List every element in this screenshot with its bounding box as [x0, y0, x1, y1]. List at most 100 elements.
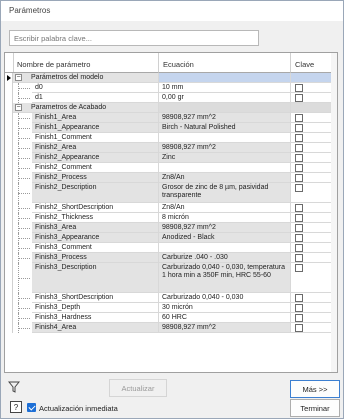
close-button[interactable]: Terminar	[290, 399, 340, 417]
key-checkbox[interactable]	[295, 224, 303, 232]
parameter-row[interactable]: Finish1_Appearance Birch - Natural Polish…	[5, 123, 337, 133]
parameter-name[interactable]: Finish4_Area	[32, 323, 159, 333]
parameter-name[interactable]: Finish2_Appearance	[32, 153, 159, 163]
parameter-row[interactable]: Finish2_ShortDescription Zn8/An	[5, 203, 337, 213]
help-icon[interactable]: ?	[9, 400, 23, 414]
parameter-equation[interactable]: 98908,927 mm^2	[159, 143, 291, 153]
parameter-row[interactable]: Finish3_Description Carburizado 0,040 - 0…	[5, 263, 337, 293]
parameter-equation[interactable]: Carburizado 0,040 - 0,030	[159, 293, 291, 303]
parameter-name[interactable]: Finish2_Area	[32, 143, 159, 153]
parameter-name[interactable]: Finish3_ShortDescription	[32, 293, 159, 303]
parameter-equation[interactable]: Carburize .040 - .030	[159, 253, 291, 263]
key-checkbox[interactable]	[295, 264, 303, 272]
key-checkbox[interactable]	[295, 134, 303, 142]
parameter-equation[interactable]: 98908,927 mm^2	[159, 223, 291, 233]
key-checkbox[interactable]	[295, 144, 303, 152]
key-checkbox[interactable]	[295, 324, 303, 332]
parameter-equation[interactable]: 98908,927 mm^2	[159, 323, 291, 333]
key-checkbox[interactable]	[295, 294, 303, 302]
parameter-name[interactable]: Finish1_Appearance	[32, 123, 159, 133]
tree-line	[18, 118, 30, 119]
parameter-row[interactable]: d1 0,00 gr	[5, 93, 337, 103]
collapse-icon[interactable]: −	[15, 104, 22, 111]
parameter-equation[interactable]: 30 micrón	[159, 303, 291, 313]
parameter-name[interactable]: Finish2_ShortDescription	[32, 203, 159, 213]
parameter-name[interactable]: Finish2_Process	[32, 173, 159, 183]
parameter-row[interactable]: d0 10 mm	[5, 83, 337, 93]
key-checkbox[interactable]	[295, 114, 303, 122]
parameter-row[interactable]: Finish4_Area 98908,927 mm^2	[5, 323, 337, 333]
update-button[interactable]: Actualizar	[109, 379, 167, 397]
parameter-name[interactable]: Finish1_Comment	[32, 133, 159, 143]
key-checkbox[interactable]	[295, 204, 303, 212]
parameter-equation[interactable]: Birch - Natural Polished	[159, 123, 291, 133]
parameter-name[interactable]: Finish3_Hardness	[32, 313, 159, 323]
vertical-scrollbar[interactable]	[331, 53, 337, 372]
parameter-name[interactable]: Finish2_Description	[32, 183, 159, 203]
key-checkbox[interactable]	[295, 244, 303, 252]
key-checkbox[interactable]	[295, 214, 303, 222]
collapse-icon[interactable]: −	[15, 74, 22, 81]
parameter-equation[interactable]: Zn8/An	[159, 173, 291, 183]
parameter-row[interactable]: Finish1_Area 98908,927 mm^2	[5, 113, 337, 123]
parameter-name[interactable]: Finish3_Process	[32, 253, 159, 263]
parameter-row[interactable]: Finish1_Comment	[5, 133, 337, 143]
key-checkbox[interactable]	[295, 84, 303, 92]
filter-icon[interactable]	[7, 380, 21, 394]
parameter-name[interactable]: Finish3_Area	[32, 223, 159, 233]
parameter-name[interactable]: Finish3_Depth	[32, 303, 159, 313]
parameter-equation[interactable]: 0,00 gr	[159, 93, 291, 103]
parameter-row[interactable]: Finish3_Appearance Anodized - Black	[5, 233, 337, 243]
parameter-equation[interactable]	[159, 163, 291, 173]
parameter-name[interactable]: Finish2_Thickness	[32, 213, 159, 223]
search-input[interactable]	[9, 30, 259, 46]
parameter-equation[interactable]: Anodized - Black	[159, 233, 291, 243]
parameter-row[interactable]: Finish2_Description Grosor de zinc de 8 µ…	[5, 183, 337, 203]
key-checkbox[interactable]	[295, 254, 303, 262]
parameter-equation[interactable]: Zinc	[159, 153, 291, 163]
parameter-name[interactable]: Finish1_Area	[32, 113, 159, 123]
parameter-name[interactable]: d0	[32, 83, 159, 93]
parameter-equation[interactable]: 60 HRC	[159, 313, 291, 323]
parameter-row[interactable]: Finish2_Process Zn8/An	[5, 173, 337, 183]
parameter-name[interactable]: Finish3_Comment	[32, 243, 159, 253]
section-row[interactable]: Parametros de Acabado −	[5, 103, 337, 113]
parameter-name[interactable]: Finish3_Appearance	[32, 233, 159, 243]
parameter-name[interactable]: Finish2_Comment	[32, 163, 159, 173]
column-header-name[interactable]: Nombre de parámetro	[13, 53, 159, 73]
key-checkbox[interactable]	[295, 304, 303, 312]
parameter-name[interactable]: d1	[32, 93, 159, 103]
key-checkbox[interactable]	[295, 314, 303, 322]
parameter-equation[interactable]: Carburizado 0,040 - 0,030, temperatura 1…	[159, 263, 291, 293]
key-checkbox[interactable]	[295, 124, 303, 132]
parameter-equation[interactable]: Grosor de zinc de 8 µm, pasividad transp…	[159, 183, 291, 203]
key-checkbox[interactable]	[295, 234, 303, 242]
key-checkbox[interactable]	[295, 164, 303, 172]
key-checkbox[interactable]	[295, 184, 303, 192]
parameter-row[interactable]: Finish2_Thickness 8 micrón	[5, 213, 337, 223]
column-header-equation[interactable]: Ecuación	[159, 53, 291, 73]
parameter-row[interactable]: Finish2_Appearance Zinc	[5, 153, 337, 163]
parameter-name[interactable]: Finish3_Description	[32, 263, 159, 293]
parameter-row[interactable]: Finish3_Area 98908,927 mm^2	[5, 223, 337, 233]
parameter-row[interactable]: Finish3_Depth 30 micrón	[5, 303, 337, 313]
key-checkbox[interactable]	[295, 94, 303, 102]
parameter-row[interactable]: Finish3_Process Carburize .040 - .030	[5, 253, 337, 263]
parameter-equation[interactable]	[159, 133, 291, 143]
parameter-equation[interactable]: 10 mm	[159, 83, 291, 93]
auto-update-checkbox[interactable]	[27, 403, 36, 412]
section-row[interactable]: Parámetros del modelo −	[5, 73, 337, 83]
parameter-row[interactable]: Finish2_Area 98908,927 mm^2	[5, 143, 337, 153]
parameter-equation[interactable]	[159, 243, 291, 253]
more-button[interactable]: Más >>	[290, 380, 340, 398]
parameter-row[interactable]: Finish3_Comment	[5, 243, 337, 253]
parameter-row[interactable]: Finish3_ShortDescription Carburizado 0,04…	[5, 293, 337, 303]
parameter-equation[interactable]: Zn8/An	[159, 203, 291, 213]
row-gutter	[5, 323, 13, 333]
key-checkbox[interactable]	[295, 154, 303, 162]
parameter-row[interactable]: Finish2_Comment	[5, 163, 337, 173]
key-checkbox[interactable]	[295, 174, 303, 182]
parameter-row[interactable]: Finish3_Hardness 60 HRC	[5, 313, 337, 323]
parameter-equation[interactable]: 98908,927 mm^2	[159, 113, 291, 123]
parameter-equation[interactable]: 8 micrón	[159, 213, 291, 223]
